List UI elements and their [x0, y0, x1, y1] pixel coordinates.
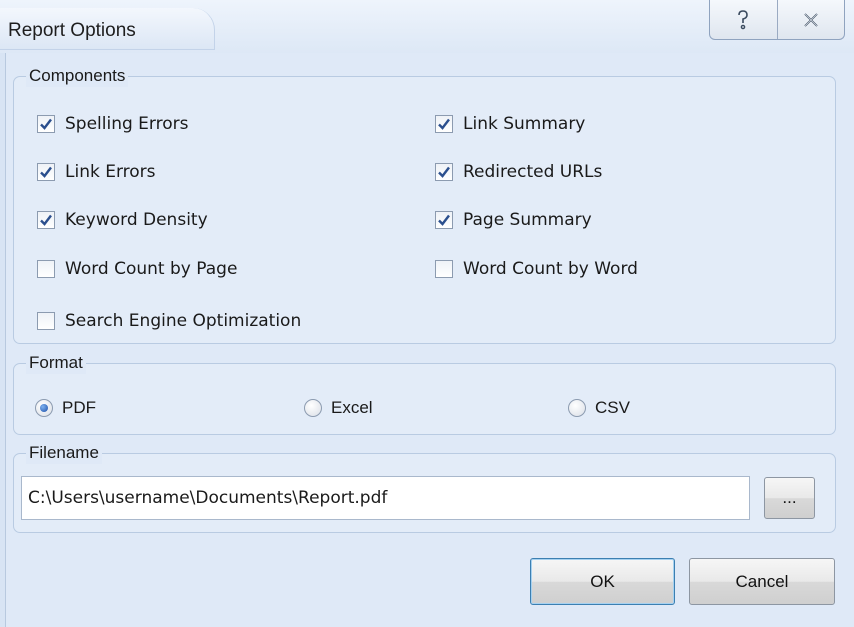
- browse-button[interactable]: ...: [764, 477, 815, 519]
- checkmark-icon: [40, 118, 52, 130]
- checkbox-keyword-density[interactable]: Keyword Density: [37, 210, 208, 230]
- checkbox-box[interactable]: [37, 260, 55, 278]
- radio-selected-dot: [40, 404, 48, 412]
- checkbox-box[interactable]: [37, 312, 55, 330]
- radio-label: PDF: [62, 398, 96, 417]
- checkbox-box[interactable]: [435, 260, 453, 278]
- title-bar: Report Options: [0, 0, 854, 53]
- components-legend: Components: [26, 65, 129, 87]
- checkbox-word-count-by-page[interactable]: Word Count by Page: [37, 259, 237, 279]
- checkbox-link-errors[interactable]: Link Errors: [37, 162, 156, 182]
- radio-circle[interactable]: [35, 399, 53, 417]
- checkbox-box[interactable]: [435, 211, 453, 229]
- radio-label: CSV: [595, 398, 630, 417]
- checkbox-link-summary[interactable]: Link Summary: [435, 114, 585, 134]
- checkbox-label: Word Count by Page: [65, 259, 238, 279]
- checkbox-label: Link Summary: [463, 114, 586, 134]
- radio-label: Excel: [331, 398, 373, 417]
- ok-button[interactable]: OK: [530, 558, 675, 605]
- close-icon: [804, 12, 818, 27]
- checkbox-redirected-urls[interactable]: Redirected URLs: [435, 162, 602, 182]
- checkbox-label: Page Summary: [463, 210, 592, 230]
- checkbox-box[interactable]: [435, 163, 453, 181]
- checkbox-label: Search Engine Optimization: [65, 311, 302, 331]
- checkbox-label: Link Errors: [65, 162, 156, 182]
- window-title: Report Options: [8, 20, 136, 41]
- checkbox-box[interactable]: [37, 163, 55, 181]
- radio-excel[interactable]: Excel: [304, 398, 373, 418]
- radio-csv[interactable]: CSV: [568, 398, 630, 418]
- format-group: Format: [13, 352, 836, 435]
- checkbox-box[interactable]: [435, 115, 453, 133]
- checkmark-icon: [438, 118, 450, 130]
- cancel-button[interactable]: Cancel: [689, 558, 835, 605]
- title-buttons: [709, 0, 845, 40]
- checkbox-label: Word Count by Word: [463, 259, 638, 279]
- help-icon: [738, 9, 749, 29]
- checkbox-label: Keyword Density: [65, 210, 208, 230]
- checkmark-icon: [40, 214, 52, 226]
- checkmark-icon: [40, 166, 52, 178]
- radio-circle[interactable]: [568, 399, 586, 417]
- checkbox-box[interactable]: [37, 115, 55, 133]
- checkbox-page-summary[interactable]: Page Summary: [435, 210, 592, 230]
- window-frame: [0, 53, 6, 627]
- checkbox-search-engine-optimization[interactable]: Search Engine Optimization: [37, 311, 301, 331]
- checkbox-label: Spelling Errors: [65, 114, 189, 134]
- checkbox-box[interactable]: [37, 211, 55, 229]
- radio-pdf[interactable]: PDF: [35, 398, 96, 418]
- dialog-body: Components Spelling Errors Link Summary …: [7, 53, 854, 627]
- checkmark-icon: [438, 166, 450, 178]
- checkbox-label: Redirected URLs: [463, 162, 603, 182]
- checkbox-word-count-by-word[interactable]: Word Count by Word: [435, 259, 638, 279]
- checkbox-spelling-errors[interactable]: Spelling Errors: [37, 114, 188, 134]
- close-button[interactable]: [776, 0, 845, 39]
- radio-circle[interactable]: [304, 399, 322, 417]
- format-legend: Format: [26, 352, 86, 374]
- report-options-dialog: Report Options Components Spelling Error…: [0, 0, 854, 627]
- checkmark-icon: [438, 214, 450, 226]
- help-button[interactable]: [710, 0, 777, 39]
- filename-input[interactable]: [21, 476, 750, 520]
- filename-legend: Filename: [26, 442, 102, 464]
